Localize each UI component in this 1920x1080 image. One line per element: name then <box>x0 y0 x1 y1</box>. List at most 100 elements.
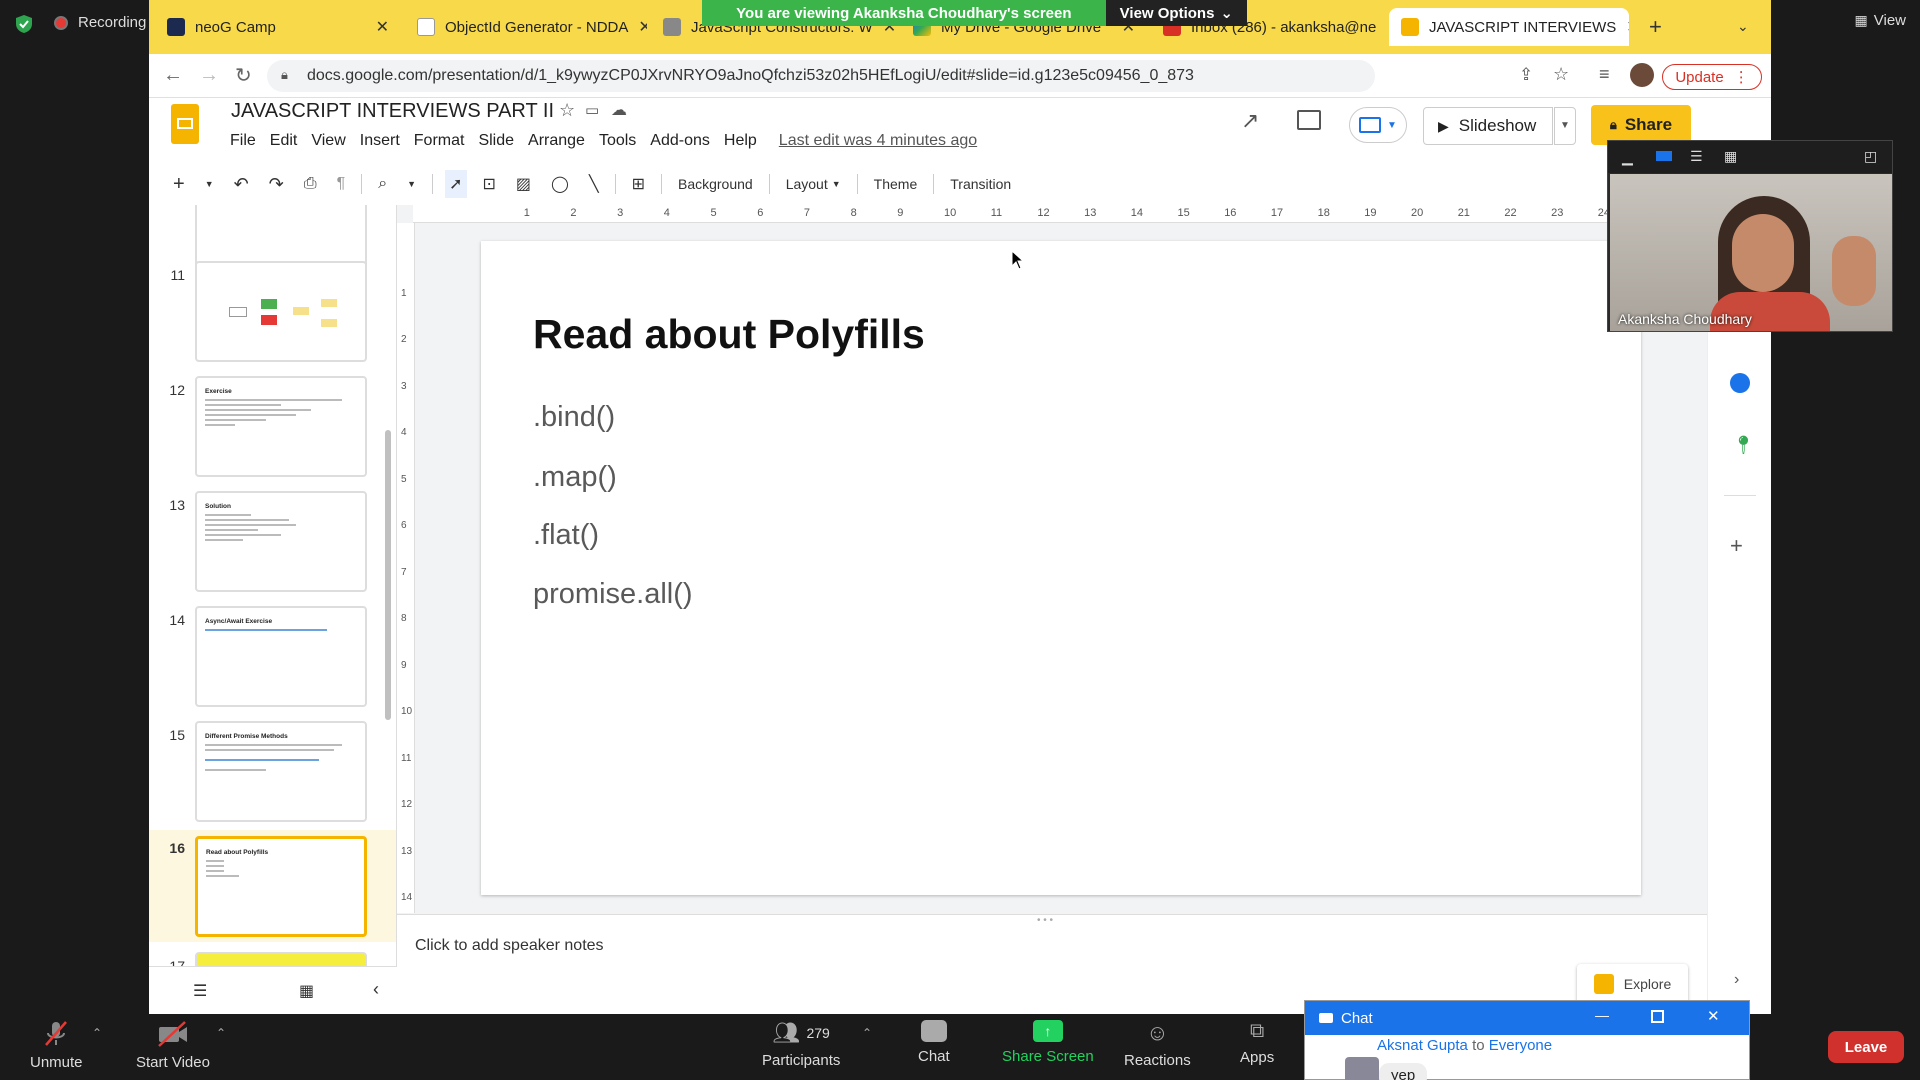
document-title[interactable]: JAVASCRIPT INTERVIEWS PART II <box>231 100 554 123</box>
chat-button[interactable]: Chat <box>918 1020 950 1065</box>
gallery-view-icon[interactable]: ▦ <box>1724 148 1737 165</box>
video-tile[interactable]: ▁ ☰ ▦ ◰ Akanksha Choudhary <box>1607 140 1893 332</box>
line-icon[interactable]: ╲ <box>585 170 603 198</box>
participants-button[interactable]: 👥︎ 279 Participants <box>762 1020 840 1069</box>
slide-bullet-item[interactable]: promise.all() <box>533 578 693 611</box>
slide-thumbnail-row[interactable]: 11 <box>149 261 396 376</box>
cloud-status-icon[interactable]: ☁ <box>611 100 627 120</box>
slide-thumbnail-row-selected[interactable]: 16 Read about Polyfills <box>149 830 396 942</box>
maps-icon[interactable]: 📍︎ <box>1732 435 1755 456</box>
select-cursor-icon[interactable]: ➚ <box>445 170 467 198</box>
star-icon[interactable]: ☆ <box>559 100 575 121</box>
zoom-icon[interactable]: ⌕ <box>374 170 391 198</box>
caret-up-icon[interactable]: ⌃ <box>92 1026 102 1040</box>
menu-help[interactable]: Help <box>724 132 757 150</box>
list-view-icon[interactable]: ☰ <box>193 981 207 1001</box>
menu-add-ons[interactable]: Add-ons <box>650 132 710 150</box>
new-slide-icon[interactable]: + <box>169 170 189 198</box>
back-arrow-icon[interactable]: ← <box>163 64 183 87</box>
speaker-view-icon[interactable] <box>1656 151 1672 161</box>
share-page-icon[interactable]: ⇪ <box>1519 65 1533 85</box>
pop-out-icon[interactable]: ◰ <box>1864 148 1877 165</box>
unmute-button[interactable]: Unmute <box>30 1020 83 1071</box>
last-edit-link[interactable]: Last edit was 4 minutes ago <box>779 132 977 150</box>
slide-thumbnail[interactable] <box>195 261 367 362</box>
collapse-panel-icon[interactable]: ‹ <box>373 979 379 1000</box>
image-icon[interactable]: ▨ <box>512 170 535 198</box>
contacts-icon[interactable] <box>1730 373 1750 393</box>
comments-icon[interactable] <box>1297 110 1321 130</box>
move-folder-icon[interactable]: ▭ <box>585 101 599 119</box>
slide-thumbnail[interactable]: Solution <box>195 491 367 592</box>
star-icon[interactable]: ☆ <box>1553 64 1569 85</box>
transition-button[interactable]: Transition <box>946 170 1015 198</box>
caret-up-icon[interactable]: ⌃ <box>862 1026 872 1040</box>
share-screen-button[interactable]: ↑ Share Screen <box>1002 1020 1094 1065</box>
browser-tab[interactable]: ObjectId Generator - NDDA ✕ <box>405 8 647 46</box>
apps-button[interactable]: ⧉ Apps <box>1240 1020 1274 1066</box>
slide-bullet-item[interactable]: .bind() <box>533 401 615 434</box>
close-tab-icon[interactable]: ✕ <box>376 17 389 37</box>
slide-thumbnail-row[interactable]: 12 Exercise <box>149 376 396 491</box>
undo-icon[interactable]: ↶ <box>230 170 253 198</box>
menu-slide[interactable]: Slide <box>478 132 514 150</box>
minimize-icon[interactable]: ▁ <box>1622 149 1633 166</box>
slide-title[interactable]: Read about Polyfills <box>533 311 925 358</box>
menu-tools[interactable]: Tools <box>599 132 636 150</box>
close-icon[interactable]: ✕ <box>1707 1007 1720 1025</box>
slide-thumbnail[interactable]: Async/Await Exercise <box>195 606 367 707</box>
slideshow-dropdown[interactable]: ▼ <box>1554 107 1576 145</box>
slide-thumbnail[interactable]: Exercise <box>195 376 367 477</box>
explore-button[interactable]: Explore <box>1577 964 1688 1004</box>
caret-down-icon[interactable]: ▼ <box>201 170 218 198</box>
slide-thumbnail-row[interactable]: 14 Async/Await Exercise <box>149 606 396 721</box>
chat-recipient[interactable]: Everyone <box>1489 1037 1552 1054</box>
caret-up-icon[interactable]: ⌃ <box>216 1026 226 1040</box>
menu-insert[interactable]: Insert <box>360 132 400 150</box>
browser-tab-active[interactable]: JAVASCRIPT INTERVIEWS ✕ <box>1389 8 1629 46</box>
menu-format[interactable]: Format <box>414 132 465 150</box>
paint-format-icon[interactable]: ¶ <box>333 170 350 198</box>
close-tab-icon[interactable]: ✕ <box>1626 17 1629 37</box>
recording-indicator[interactable]: Recording <box>54 14 146 31</box>
menu-edit[interactable]: Edit <box>270 132 298 150</box>
add-comment-icon[interactable]: ⊞ <box>628 170 649 198</box>
menu-view[interactable]: View <box>311 132 345 150</box>
current-slide[interactable]: Read about Polyfills .bind() .map() .fla… <box>481 241 1641 895</box>
minimize-icon[interactable]: — <box>1595 1007 1609 1023</box>
grid-view-icon[interactable]: ▦ <box>299 981 314 1001</box>
speaker-notes[interactable]: Click to add speaker notes • • • <box>397 914 1707 1014</box>
view-options-button[interactable]: View Options ⌄ <box>1105 0 1247 26</box>
redo-icon[interactable]: ↷ <box>265 170 288 198</box>
shape-icon[interactable]: ◯ <box>547 170 573 198</box>
notes-resize-handle[interactable]: • • • <box>1037 915 1053 926</box>
leave-button[interactable]: Leave <box>1828 1031 1904 1063</box>
print-icon[interactable]: ⎙ <box>300 170 321 198</box>
reload-icon[interactable]: ↻ <box>235 63 252 88</box>
strip-view-icon[interactable]: ☰ <box>1690 148 1703 165</box>
chat-sender-name[interactable]: Aksnat Gupta <box>1377 1037 1468 1054</box>
slideshow-button[interactable]: ▶ Slideshow <box>1423 107 1553 145</box>
activity-trend-icon[interactable]: ↗ <box>1241 108 1259 134</box>
share-button[interactable]: 🔒︎ Share <box>1591 105 1691 145</box>
start-video-button[interactable]: Start Video <box>136 1020 210 1071</box>
maximize-icon[interactable] <box>1651 1010 1664 1023</box>
slides-logo-icon[interactable] <box>171 104 199 144</box>
view-button[interactable]: ▦ View <box>1855 12 1906 29</box>
slide-thumbnail-selected[interactable]: Read about Polyfills <box>195 836 367 937</box>
new-tab-icon[interactable]: + <box>1649 14 1662 40</box>
filmstrip-scrollbar[interactable] <box>385 430 391 720</box>
update-button[interactable]: Update ⋮ <box>1662 64 1762 90</box>
profile-avatar[interactable] <box>1630 63 1654 87</box>
background-button[interactable]: Background <box>674 170 757 198</box>
close-tab-icon[interactable]: ✕ <box>638 17 647 37</box>
slide-thumbnail[interactable]: Different Promise Methods <box>195 721 367 822</box>
slide-bullet-item[interactable]: .flat() <box>533 519 599 552</box>
present-to-meeting-button[interactable]: ▼ <box>1349 107 1407 143</box>
add-addon-icon[interactable]: + <box>1730 533 1743 559</box>
theme-button[interactable]: Theme <box>870 170 922 198</box>
layout-button[interactable]: Layout ▼ <box>782 170 845 198</box>
text-box-icon[interactable]: ⊡ <box>479 170 500 198</box>
reading-list-icon[interactable]: ≡ <box>1599 64 1610 85</box>
browser-tab[interactable]: neoG Camp ✕ <box>155 8 401 46</box>
